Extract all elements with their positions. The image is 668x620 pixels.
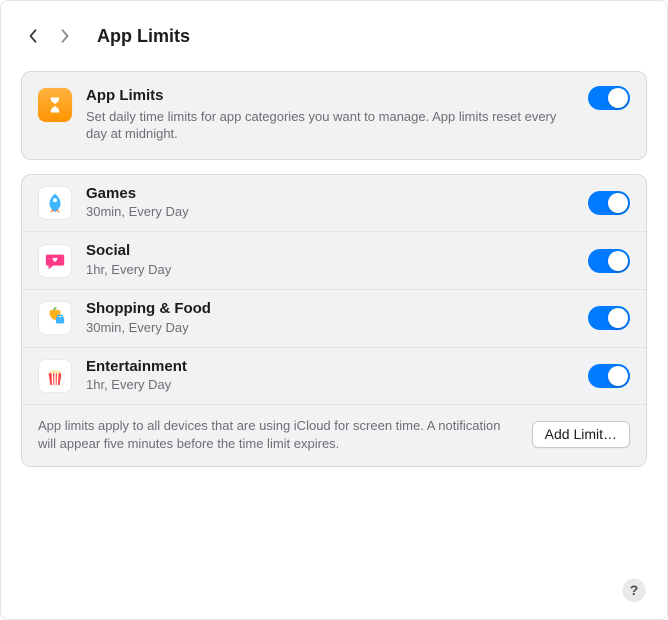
limit-title: Games	[86, 185, 574, 204]
help-button[interactable]: ?	[623, 579, 645, 601]
limit-text: Shopping & Food30min, Every Day	[86, 300, 574, 337]
limit-row[interactable]: Shopping & Food30min, Every Day	[22, 289, 646, 347]
limit-row[interactable]: Social1hr, Every Day	[22, 231, 646, 289]
limit-toggle[interactable]	[588, 191, 630, 215]
master-toggle[interactable]	[588, 86, 630, 110]
header: App Limits	[21, 17, 647, 55]
limit-toggle[interactable]	[588, 249, 630, 273]
hero-row: App Limits Set daily time limits for app…	[22, 72, 646, 159]
hourglass-icon	[45, 95, 65, 115]
chat-heart-icon	[38, 244, 72, 278]
hero-description: Set daily time limits for app categories…	[86, 108, 574, 143]
limit-title: Social	[86, 242, 574, 261]
limit-toggle[interactable]	[588, 364, 630, 388]
limit-subtitle: 30min, Every Day	[86, 320, 574, 337]
hero-panel: App Limits Set daily time limits for app…	[21, 71, 647, 160]
limit-title: Shopping & Food	[86, 300, 574, 319]
footer-note: App limits apply to all devices that are…	[38, 417, 516, 452]
limit-text: Entertainment1hr, Every Day	[86, 358, 574, 395]
limits-panel: Games30min, Every DaySocial1hr, Every Da…	[21, 174, 647, 468]
add-limit-button[interactable]: Add Limit…	[532, 421, 630, 448]
chevron-left-icon	[28, 28, 38, 44]
limit-toggle[interactable]	[588, 306, 630, 330]
app-limits-window: App Limits App Limits Set daily time lim…	[0, 0, 668, 620]
page-title: App Limits	[97, 26, 190, 47]
limit-subtitle: 1hr, Every Day	[86, 377, 574, 394]
limits-list: Games30min, Every DaySocial1hr, Every Da…	[22, 175, 646, 405]
rocket-icon	[38, 186, 72, 220]
limit-row[interactable]: Entertainment1hr, Every Day	[22, 347, 646, 405]
limit-title: Entertainment	[86, 358, 574, 377]
chevron-right-icon	[60, 28, 70, 44]
limit-text: Games30min, Every Day	[86, 185, 574, 222]
hero-text: App Limits Set daily time limits for app…	[86, 86, 574, 143]
cart-apple-icon	[38, 301, 72, 335]
popcorn-icon	[38, 359, 72, 393]
footer-row: App limits apply to all devices that are…	[22, 404, 646, 466]
limit-row[interactable]: Games30min, Every Day	[22, 175, 646, 232]
forward-button[interactable]	[53, 24, 77, 48]
app-limits-icon	[38, 88, 72, 122]
limit-text: Social1hr, Every Day	[86, 242, 574, 279]
hero-title: App Limits	[86, 86, 574, 106]
back-button[interactable]	[21, 24, 45, 48]
limit-subtitle: 30min, Every Day	[86, 204, 574, 221]
limit-subtitle: 1hr, Every Day	[86, 262, 574, 279]
